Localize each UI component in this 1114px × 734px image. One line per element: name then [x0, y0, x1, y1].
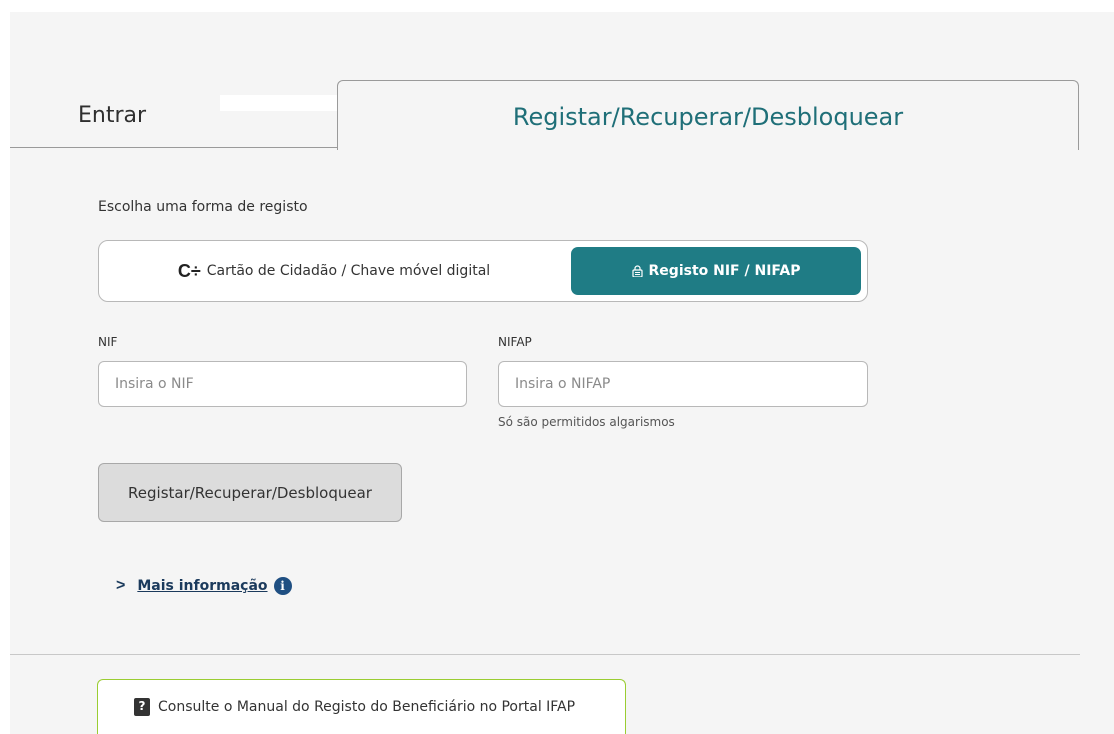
tab-registar[interactable]: Registar/Recuperar/Desbloquear [337, 80, 1079, 150]
nif-input[interactable] [98, 361, 467, 407]
tab-entrar[interactable]: Entrar [10, 82, 337, 148]
nifap-input[interactable] [498, 361, 868, 407]
submit-registar-button[interactable]: Registar/Recuperar/Desbloquear [98, 463, 402, 522]
nifap-hint: Só são permitidos algarismos [498, 415, 675, 429]
more-info-link[interactable]: Mais informação [137, 578, 267, 594]
help-book-icon: ? [134, 698, 150, 716]
nif-label: NIF [98, 335, 118, 349]
manual-label: Consulte o Manual do Registo do Benefici… [158, 699, 576, 715]
option-cartao-cidadao[interactable]: C÷ Cartão de Cidadão / Chave móvel digit… [101, 247, 567, 295]
manual-link-button[interactable]: ? Consulte o Manual do Registo do Benefi… [97, 679, 626, 734]
chevron-right-icon: > [116, 577, 126, 594]
info-icon[interactable]: i [273, 577, 292, 595]
more-info: > Mais informação i [116, 577, 292, 595]
choose-registration-text: Escolha uma forma de registo [98, 199, 308, 215]
lock-icon [631, 265, 643, 277]
nifap-label: NIFAP [498, 335, 532, 349]
option-registo-nif[interactable]: Registo NIF / NIFAP [571, 247, 861, 295]
option-cartao-label: Cartão de Cidadão / Chave móvel digital [206, 263, 491, 279]
tab-registar-label: Registar/Recuperar/Desbloquear [512, 103, 904, 131]
citizen-card-icon: C÷ [177, 260, 201, 281]
divider [10, 654, 1080, 655]
tab-entrar-label: Entrar [78, 103, 147, 128]
option-nif-label: Registo NIF / NIFAP [648, 263, 801, 279]
registration-method-selector: C÷ Cartão de Cidadão / Chave móvel digit… [98, 240, 868, 302]
